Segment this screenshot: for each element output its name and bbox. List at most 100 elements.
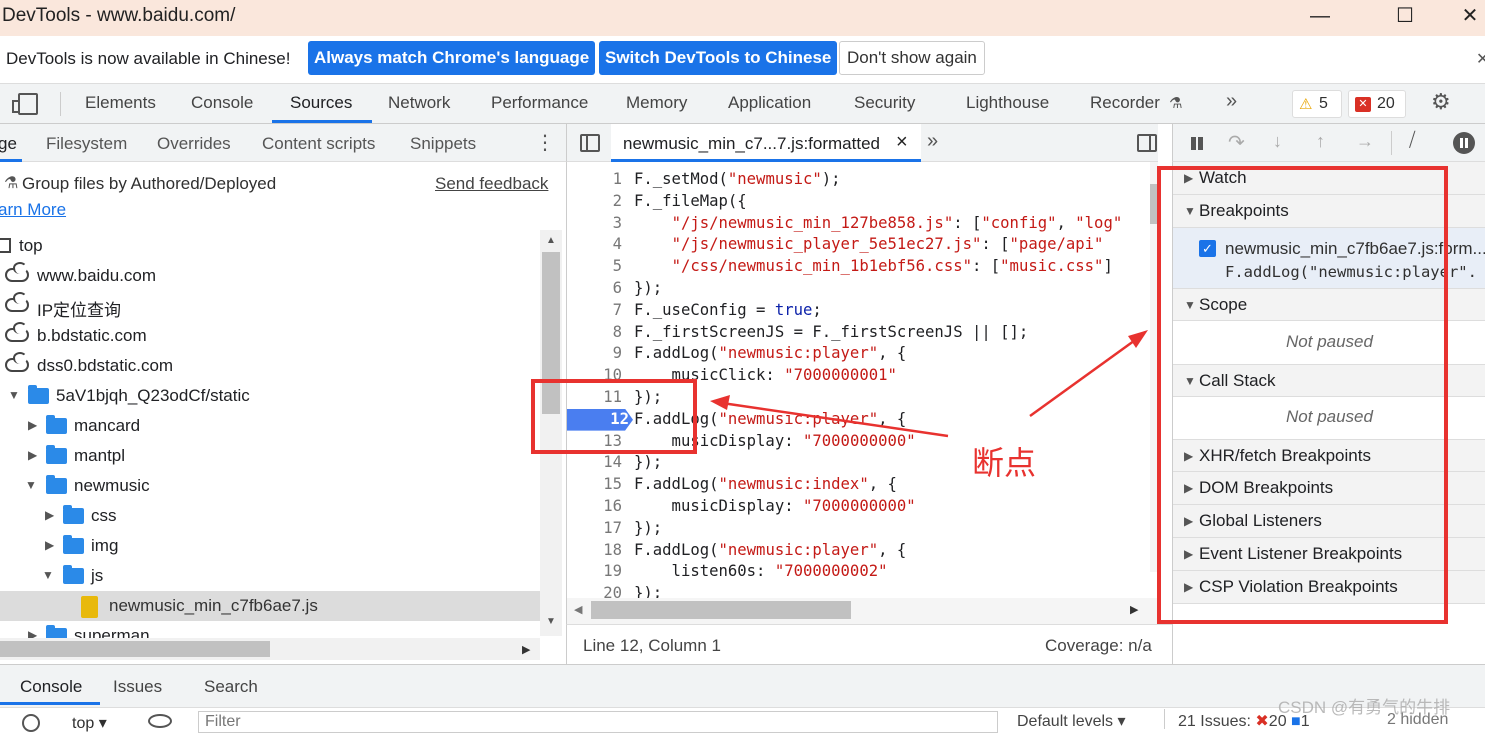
expand-down-icon[interactable]: ▼ [25, 478, 37, 492]
close-tab-icon[interactable]: × [896, 131, 908, 154]
tree-item-newmusic[interactable]: ▼ newmusic [0, 471, 540, 501]
tree-item-static-folder[interactable]: ▼ 5aV1bjqh_Q23odCf/static [0, 381, 540, 411]
code-line[interactable]: 1 F._setMod("newmusic"); [567, 169, 1157, 191]
tab-network[interactable]: Network [388, 93, 450, 113]
code-line[interactable]: 18 F.addLog("newmusic:player", { [567, 540, 1157, 562]
log-levels-select[interactable]: Default levels ▾ [1017, 711, 1126, 731]
code-line[interactable]: 20}); [567, 583, 1157, 598]
send-feedback-link[interactable]: Send feedback [435, 174, 548, 194]
code-line[interactable]: 5 "/css/newmusic_min_1b1ebf56.css": ["mu… [567, 256, 1157, 278]
expand-right-icon[interactable]: ▶ [28, 448, 37, 462]
toggle-debugger-icon[interactable] [1137, 134, 1157, 152]
drawer-tab-search[interactable]: Search [204, 677, 258, 697]
tree-item-top[interactable]: top [0, 231, 540, 261]
dont-show-again-button[interactable]: Don't show again [839, 41, 985, 75]
tree-item-js[interactable]: ▼ js [0, 561, 540, 591]
line-number[interactable]: 7 [567, 300, 622, 322]
minimize-button[interactable]: — [1300, 2, 1340, 32]
warnings-badge[interactable]: ⚠ 5 [1292, 90, 1342, 118]
code-line[interactable]: 3 "/js/newmusic_min_127be858.js": ["conf… [567, 213, 1157, 235]
clear-console-icon[interactable] [22, 714, 40, 732]
code-line[interactable]: 7 F._useConfig = true; [567, 300, 1157, 322]
close-window-button[interactable]: ✕ [1450, 2, 1485, 32]
line-number[interactable]: 8 [567, 322, 622, 344]
tab-recorder[interactable]: Recorder [1090, 93, 1160, 113]
maximize-button[interactable]: ☐ [1385, 2, 1425, 32]
customize-menu-icon[interactable]: ⋮ [1477, 84, 1485, 102]
pause-icon[interactable] [1191, 137, 1196, 150]
drawer-tab-issues[interactable]: Issues [113, 677, 162, 697]
line-number[interactable]: 6 [567, 278, 622, 300]
line-number[interactable]: 18 [567, 540, 622, 562]
tree-item-mantpl[interactable]: ▶ mantpl [0, 441, 540, 471]
tree-item-mancard[interactable]: ▶ mancard [0, 411, 540, 441]
tree-item-css[interactable]: ▶ css [0, 501, 540, 531]
step-icon[interactable]: → [1356, 131, 1374, 152]
console-filter-input[interactable]: Filter [198, 711, 998, 733]
navigator-menu-icon[interactable]: ⋮ [535, 130, 555, 155]
expand-down-icon[interactable]: ▼ [42, 568, 54, 582]
tree-item-img[interactable]: ▶ img [0, 531, 540, 561]
tab-security[interactable]: Security [854, 93, 915, 113]
tab-memory[interactable]: Memory [626, 93, 687, 113]
line-number[interactable]: 1 [567, 169, 622, 191]
tab-application[interactable]: Application [728, 93, 811, 113]
tab-lighthouse[interactable]: Lighthouse [966, 93, 1049, 113]
navigator-hscrollbar[interactable]: ▶ [0, 638, 540, 660]
tab-snippets[interactable]: Snippets [410, 134, 476, 154]
editor-hscrollbar[interactable]: ◀ ▶ [566, 598, 1158, 624]
expand-right-icon[interactable]: ▶ [28, 418, 37, 432]
tab-filesystem[interactable]: Filesystem [46, 134, 127, 154]
code-line[interactable]: 8 F._firstScreenJS = F._firstScreenJS || … [567, 322, 1157, 344]
code-line[interactable]: 9 F.addLog("newmusic:player", { [567, 343, 1157, 365]
tab-overrides[interactable]: Overrides [157, 134, 231, 154]
switch-to-chinese-button[interactable]: Switch DevTools to Chinese [599, 41, 838, 75]
errors-badge[interactable]: ✕ 20 [1348, 90, 1406, 118]
line-number[interactable]: 15 [567, 474, 622, 496]
line-number[interactable]: 2 [567, 191, 622, 213]
toggle-navigator-icon[interactable] [580, 134, 600, 152]
step-out-icon[interactable]: ↑ [1316, 131, 1325, 152]
tree-item-b-bdstatic[interactable]: b.bdstatic.com [0, 321, 540, 351]
code-line[interactable]: 4 "/js/newmusic_player_5e51ec27.js": ["p… [567, 234, 1157, 256]
tree-item-selected-file[interactable]: newmusic_min_c7fb6ae7.js [0, 591, 540, 621]
line-number[interactable]: 14 [567, 452, 622, 474]
settings-gear-icon[interactable]: ⚙ [1431, 89, 1451, 115]
context-select[interactable]: top ▾ [72, 713, 107, 733]
line-number[interactable]: 16 [567, 496, 622, 518]
tab-performance[interactable]: Performance [491, 93, 588, 113]
more-tabs-button[interactable]: » [1226, 90, 1237, 113]
learn-more-link[interactable]: arn More [0, 200, 66, 220]
always-match-language-button[interactable]: Always match Chrome's language [308, 41, 596, 75]
line-number[interactable]: 17 [567, 518, 622, 540]
tab-elements[interactable]: Elements [85, 93, 156, 113]
tab-content-scripts[interactable]: Content scripts [262, 134, 375, 154]
tree-item-dss0[interactable]: dss0.bdstatic.com [0, 351, 540, 381]
more-editor-tabs-button[interactable]: » [927, 130, 938, 153]
tree-item-ip[interactable]: IP定位查询 [0, 291, 540, 321]
code-line[interactable]: 16 musicDisplay: "7000000000" [567, 496, 1157, 518]
drawer-tab-console[interactable]: Console [20, 677, 82, 697]
line-number[interactable]: 19 [567, 561, 622, 583]
device-toolbar-icon[interactable] [12, 93, 38, 115]
line-number[interactable]: 20 [567, 583, 622, 598]
expand-down-icon[interactable]: ▼ [8, 388, 20, 402]
line-number[interactable]: 4 [567, 234, 622, 256]
deactivate-breakpoints-icon[interactable]: ⧸ [1409, 130, 1415, 152]
pause-on-exceptions-icon[interactable] [1453, 132, 1475, 154]
code-line[interactable]: 17}); [567, 518, 1157, 540]
step-over-icon[interactable]: ↷ [1228, 130, 1245, 155]
infobar-close-icon[interactable]: ✕ [1476, 49, 1485, 69]
line-number[interactable]: 5 [567, 256, 622, 278]
code-line[interactable]: 14}); [567, 452, 1157, 474]
tree-item-superman[interactable]: ▶ superman [0, 621, 540, 639]
editor-tab[interactable]: newmusic_min_c7...7.js:formatted × [611, 124, 921, 162]
line-number[interactable]: 9 [567, 343, 622, 365]
line-number[interactable]: 3 [567, 213, 622, 235]
code-line[interactable]: 19 listen60s: "7000000002" [567, 561, 1157, 583]
expand-right-icon[interactable]: ▶ [45, 508, 54, 522]
tab-sources[interactable]: Sources [290, 93, 352, 113]
step-into-icon[interactable]: ↓ [1273, 131, 1282, 152]
tab-console[interactable]: Console [191, 93, 253, 113]
code-line[interactable]: 15 F.addLog("newmusic:index", { [567, 474, 1157, 496]
